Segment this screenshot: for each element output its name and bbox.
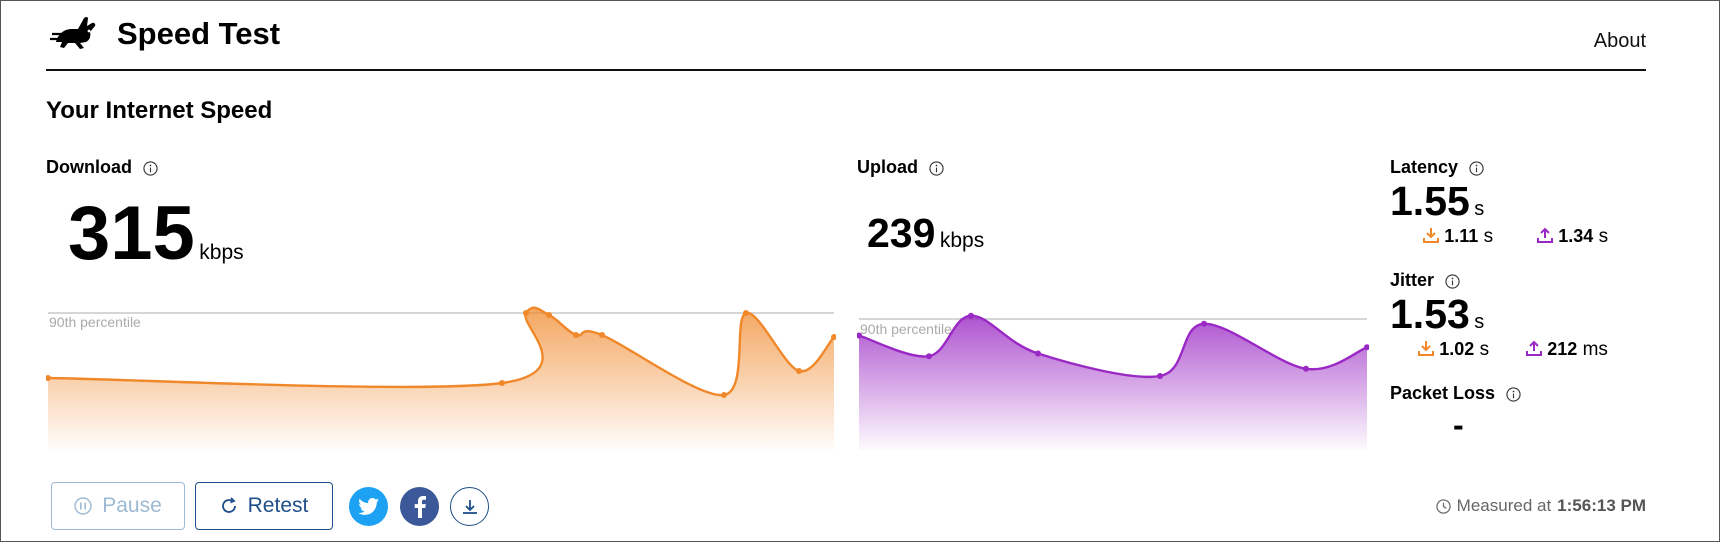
download-results-button[interactable] xyxy=(450,487,489,526)
chart-area xyxy=(48,307,834,450)
chart-point xyxy=(721,392,727,398)
info-icon[interactable] xyxy=(1506,387,1521,402)
latency-label: Latency xyxy=(1390,157,1459,177)
latency-download-value: 1.11 xyxy=(1444,226,1479,246)
upload-value: 239 xyxy=(867,210,936,256)
jitter-value: 1.53 xyxy=(1390,291,1470,337)
chart-point xyxy=(499,380,505,386)
jitter-download-unit: s xyxy=(1479,339,1490,360)
download-label-group: Download xyxy=(46,157,158,178)
chart-point xyxy=(1157,373,1163,379)
facebook-share-button[interactable] xyxy=(400,487,439,526)
upload-value-group: 239 kbps xyxy=(867,210,984,257)
pause-icon xyxy=(74,497,92,515)
latency-upload-row: 1.34 s xyxy=(1537,226,1608,248)
chart-point xyxy=(968,312,974,319)
upload-label-group: Upload xyxy=(857,157,944,178)
chart-point xyxy=(599,332,605,338)
chart-series-line xyxy=(47,306,835,397)
chart-point xyxy=(1303,365,1309,372)
chart-point xyxy=(743,310,749,316)
measured-prefix: Measured at xyxy=(1456,496,1552,515)
latency-label-group: Latency xyxy=(1390,157,1484,178)
retest-label: Retest xyxy=(247,494,309,517)
latency-value-group: 1.55 s xyxy=(1390,178,1484,225)
info-icon[interactable] xyxy=(143,161,158,176)
download-unit: kbps xyxy=(199,241,244,264)
latency-download-unit: s xyxy=(1483,226,1494,247)
retest-button[interactable]: Retest xyxy=(195,482,333,530)
app-frame xyxy=(0,0,1720,542)
jitter-upload-row: 212 ms xyxy=(1526,339,1608,361)
info-icon[interactable] xyxy=(1445,274,1460,289)
twitter-share-button[interactable] xyxy=(349,487,388,526)
packet-loss-value: - xyxy=(1453,407,1464,443)
chart-point xyxy=(926,353,932,360)
refresh-icon xyxy=(221,497,236,513)
pause-label: Pause xyxy=(102,494,162,517)
chart-point xyxy=(546,312,552,318)
download-icon xyxy=(462,499,477,514)
rabbit-logo-icon xyxy=(50,16,96,50)
clock-icon xyxy=(1436,498,1451,514)
download-value-group: 315 kbps xyxy=(68,190,244,277)
jitter-download-row: 1.02 s xyxy=(1418,339,1489,361)
about-link[interactable]: About xyxy=(1594,30,1646,53)
latency-download-row: 1.11 s xyxy=(1423,226,1493,248)
packet-loss-label: Packet Loss xyxy=(1390,383,1496,403)
chart-point xyxy=(573,332,579,338)
download-label: Download xyxy=(46,157,132,177)
latency-unit: s xyxy=(1474,198,1485,220)
measured-at: Measured at 1:56:13 PM xyxy=(1436,496,1646,516)
jitter-upload-unit: ms xyxy=(1582,339,1608,360)
page-title: Your Internet Speed xyxy=(46,97,273,124)
twitter-icon xyxy=(357,497,379,515)
latency-upload-unit: s xyxy=(1598,226,1609,247)
latency-upload-value: 1.34 xyxy=(1558,226,1594,246)
upload-label: Upload xyxy=(857,157,918,177)
jitter-value-group: 1.53 s xyxy=(1390,291,1484,338)
arrow-down-icon xyxy=(1418,341,1434,356)
info-icon[interactable] xyxy=(929,161,944,176)
jitter-upload-value: 212 xyxy=(1547,339,1578,359)
jitter-unit: s xyxy=(1474,311,1485,333)
download-plot xyxy=(46,306,836,450)
download-value: 315 xyxy=(68,191,195,276)
upload-percentile-label: 90th percentile xyxy=(860,321,952,337)
info-icon[interactable] xyxy=(1469,161,1484,176)
packet-loss-label-group: Packet Loss xyxy=(1390,383,1521,404)
chart-point xyxy=(796,368,802,374)
upload-unit: kbps xyxy=(939,229,985,252)
jitter-download-value: 1.02 xyxy=(1439,339,1475,359)
header: Speed Test About xyxy=(46,8,1646,71)
facebook-icon xyxy=(414,495,426,518)
download-chart: 90th percentile xyxy=(46,306,836,450)
jitter-label: Jitter xyxy=(1390,270,1435,290)
chart-point xyxy=(523,310,529,316)
arrow-up-icon xyxy=(1526,340,1542,356)
chart-point xyxy=(1035,350,1041,357)
upload-chart: 90th percentile xyxy=(857,312,1369,450)
download-percentile-label: 90th percentile xyxy=(49,314,141,330)
jitter-label-group: Jitter xyxy=(1390,270,1460,291)
brand-title: Speed Test xyxy=(117,16,281,51)
measured-time: 1:56:13 PM xyxy=(1557,496,1646,515)
chart-point xyxy=(1201,320,1207,327)
arrow-down-icon xyxy=(1423,228,1439,243)
pause-button[interactable]: Pause xyxy=(51,482,185,530)
arrow-up-icon xyxy=(1537,227,1553,243)
latency-value: 1.55 xyxy=(1390,178,1470,224)
